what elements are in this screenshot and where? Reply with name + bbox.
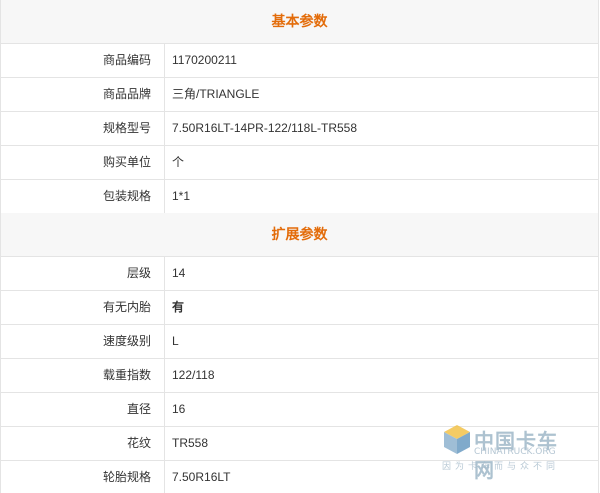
row-label: 购买单位 — [1, 146, 165, 179]
row-label: 商品品牌 — [1, 78, 165, 111]
section-title-basic: 基本参数 — [1, 0, 598, 44]
table-row: 直径 16 — [1, 393, 598, 427]
row-label: 层级 — [1, 257, 165, 290]
row-label: 规格型号 — [1, 112, 165, 145]
section-title-extended: 扩展参数 — [1, 213, 598, 257]
row-value: 1170200211 — [172, 53, 237, 67]
row-label: 轮胎规格 — [1, 461, 165, 493]
row-value: L — [172, 334, 179, 348]
row-label: 有无内胎 — [1, 291, 165, 324]
row-value: 三角/TRIANGLE — [172, 87, 260, 101]
product-params-table: 基本参数 商品编码 1170200211 商品品牌 三角/TRIANGLE 规格… — [0, 0, 599, 493]
row-value: 1*1 — [172, 189, 191, 203]
table-row: 载重指数 122/118 — [1, 359, 598, 393]
row-value: 16 — [172, 402, 186, 416]
row-label: 载重指数 — [1, 359, 165, 392]
chinatruck-watermark: 中国卡车网 CHINATRUCK.ORG 因为卡车而与众不同 — [440, 423, 570, 482]
row-value: 有 — [172, 300, 185, 314]
row-value: 个 — [172, 155, 185, 169]
row-label: 包装规格 — [1, 180, 165, 213]
table-row: 层级 14 — [1, 257, 598, 291]
row-label: 商品编码 — [1, 44, 165, 77]
table-row: 规格型号 7.50R16LT-14PR-122/118L-TR558 — [1, 112, 598, 146]
row-value: 7.50R16LT-14PR-122/118L-TR558 — [172, 121, 358, 135]
basic-params: 商品编码 1170200211 商品品牌 三角/TRIANGLE 规格型号 7.… — [1, 44, 598, 213]
row-label: 直径 — [1, 393, 165, 426]
row-value: 14 — [172, 266, 186, 280]
table-row: 购买单位 个 — [1, 146, 598, 180]
row-value: 122/118 — [172, 368, 215, 382]
table-row: 有无内胎 有 — [1, 291, 598, 325]
watermark-url: CHINATRUCK.ORG — [474, 447, 556, 457]
cube-logo-icon — [444, 425, 470, 454]
table-row: 包装规格 1*1 — [1, 180, 598, 213]
watermark-slogan: 因为卡车而与众不同 — [442, 461, 560, 471]
table-row: 商品编码 1170200211 — [1, 44, 598, 78]
table-row: 商品品牌 三角/TRIANGLE — [1, 78, 598, 112]
row-label: 速度级别 — [1, 325, 165, 358]
table-row: 速度级别 L — [1, 325, 598, 359]
row-label: 花纹 — [1, 427, 165, 460]
